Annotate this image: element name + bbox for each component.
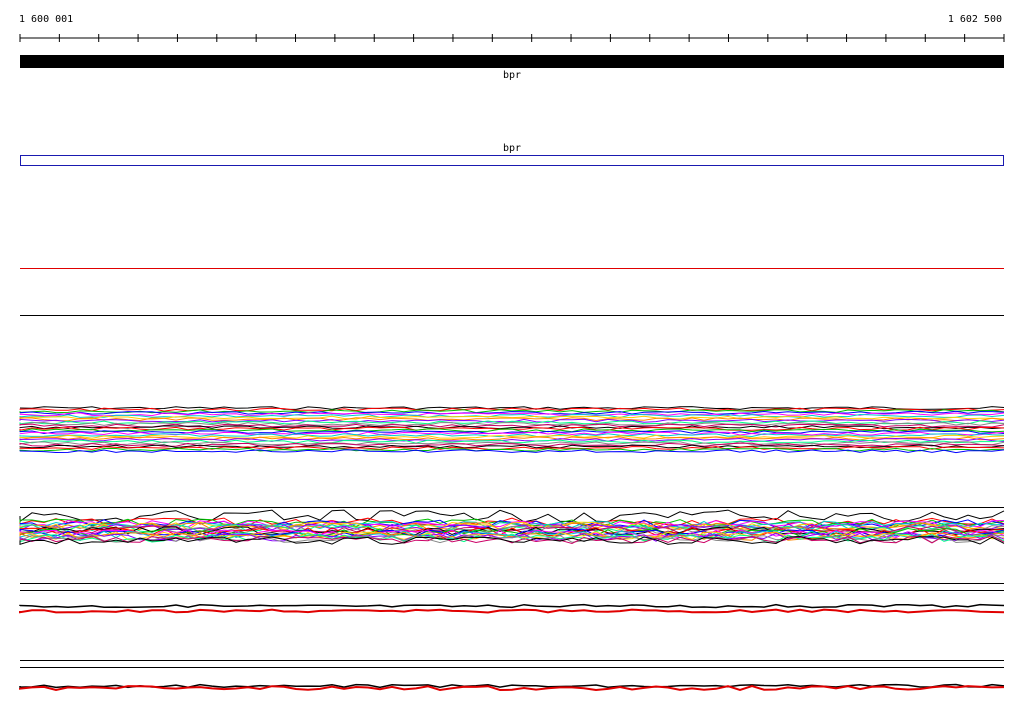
multi-sample-track-2 <box>19 507 1005 545</box>
sample-coverage-line <box>19 683 1005 689</box>
sample-coverage-line <box>19 413 1005 419</box>
pair-track-3 <box>19 583 1005 614</box>
coordinate-ruler <box>19 34 1005 42</box>
gene-bar-bpr[interactable] <box>20 55 1004 68</box>
sample-coverage-line <box>19 608 1005 614</box>
sample-coverage-line <box>19 509 1005 523</box>
gene-label-bpr: bpr <box>502 70 522 81</box>
multi-sample-track-1 <box>19 406 1005 454</box>
feature-box-bpr[interactable] <box>20 155 1004 166</box>
pair-track-4 <box>19 660 1005 692</box>
sample-coverage-line <box>19 603 1005 609</box>
feature-label-bpr: bpr <box>502 143 522 154</box>
genome-track-viewer <box>19 34 1005 692</box>
